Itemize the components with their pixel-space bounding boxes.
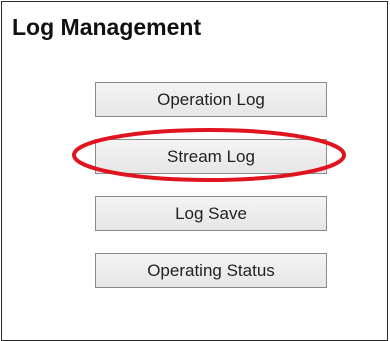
panel-title: Log Management	[12, 14, 202, 40]
operation-log-button[interactable]: Operation Log	[95, 82, 327, 117]
stream-log-button[interactable]: Stream Log	[95, 139, 327, 174]
log-save-button[interactable]: Log Save	[95, 196, 327, 231]
log-management-panel: Log Management Operation Log Stream Log …	[1, 1, 388, 341]
operating-status-button[interactable]: Operating Status	[95, 253, 327, 288]
